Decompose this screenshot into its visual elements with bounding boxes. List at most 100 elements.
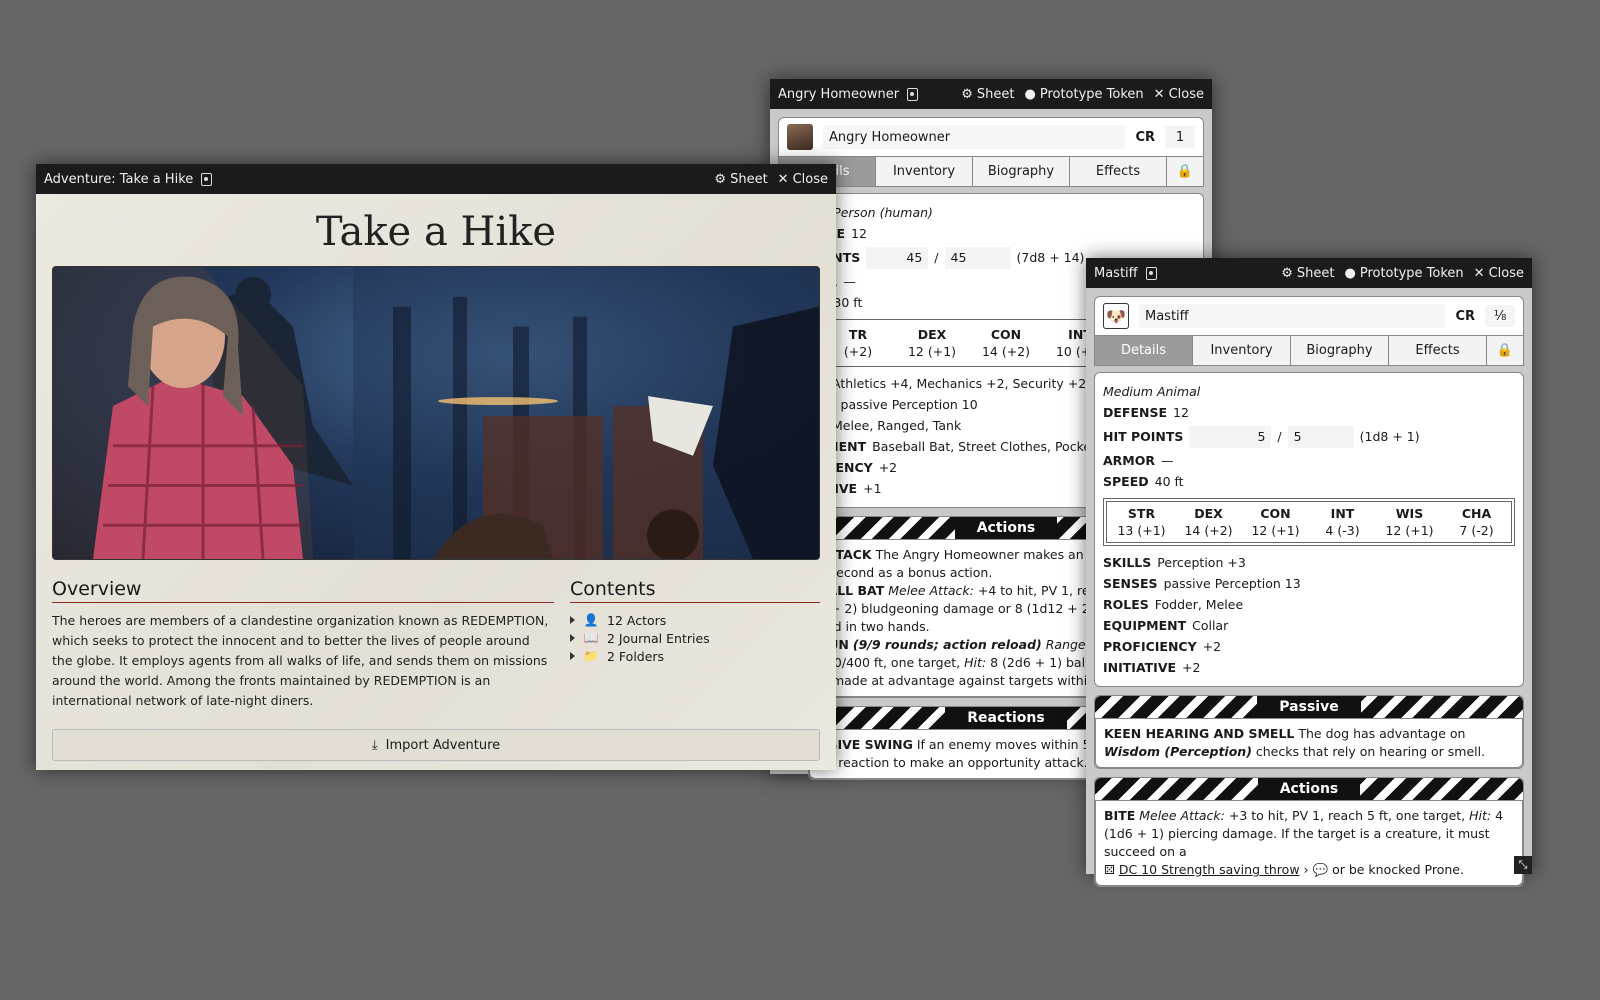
contents-item-folders[interactable]: 📁 2 Folders: [570, 647, 820, 665]
skills-value: Perception +3: [1157, 555, 1246, 570]
window-header[interactable]: Angry Homeowner ⚙ Sheet ● Prototype Token …: [770, 79, 1212, 109]
cr-field[interactable]: 1: [1165, 126, 1195, 148]
saving-throw-link[interactable]: DC 10 Strength saving throw: [1119, 862, 1300, 877]
proficiency-label: PROFICIENCY: [1103, 639, 1197, 654]
sheet-body: 🐶 Mastiff CR ⅛ Details Inventory Biograp…: [1086, 288, 1532, 895]
close-button[interactable]: ✕ Close: [1154, 87, 1204, 102]
armor-value: —: [1161, 453, 1174, 468]
expand-caret-icon: [570, 634, 575, 642]
initiative-value: +2: [1182, 660, 1201, 675]
document-id-icon[interactable]: [201, 172, 213, 186]
actor-portrait[interactable]: [787, 124, 813, 150]
hp-max-field[interactable]: 45: [944, 246, 1011, 269]
initiative-label: INITIATIVE: [1103, 660, 1177, 675]
ability-con[interactable]: CON 14 (+2): [969, 326, 1043, 360]
lock-icon[interactable]: 🔒: [1487, 336, 1523, 365]
ability-dex[interactable]: DEX 12 (+1): [895, 326, 969, 360]
download-icon: ⤓: [371, 737, 378, 753]
tab-effects[interactable]: Effects: [1070, 157, 1167, 186]
close-button[interactable]: ✕ Close: [1474, 266, 1524, 281]
equipment-label: EQUIPMENT: [1103, 618, 1187, 633]
hp-max-field[interactable]: 5: [1287, 425, 1354, 448]
defense-value: 12: [851, 226, 867, 241]
tab-details[interactable]: Details: [1095, 336, 1193, 365]
tab-biography[interactable]: Biography: [1291, 336, 1389, 365]
close-icon: ✕: [1473, 265, 1485, 281]
feature-keen-hearing[interactable]: KEEN HEARING AND SMELL The dog has advan…: [1104, 725, 1514, 761]
document-id-icon[interactable]: [1145, 266, 1157, 280]
adventure-body: Take a Hike Overview The heroes are memb…: [36, 194, 836, 770]
tab-biography[interactable]: Biography: [973, 157, 1070, 186]
sheet-config-button[interactable]: ⚙ Sheet: [1281, 266, 1334, 281]
defense-label: DEFENSE: [1103, 405, 1167, 420]
window-title: Mastiff: [1094, 265, 1138, 281]
senses-value: passive Perception 13: [1163, 576, 1301, 591]
tab-inventory[interactable]: Inventory: [876, 157, 973, 186]
hp-current-field[interactable]: 5: [1189, 425, 1272, 448]
adventure-banner-image: [52, 266, 820, 560]
ability-dex[interactable]: DEX 14 (+2): [1175, 505, 1242, 539]
sheet-config-button[interactable]: ⚙ Sheet: [714, 172, 767, 187]
initiative-value: +1: [863, 481, 882, 496]
chat-bubble-icon[interactable]: 💬: [1313, 862, 1329, 877]
user-circle-icon: ●: [1344, 265, 1356, 281]
details-panel: Medium Animal DEFENSE 12 HIT POINTS 5 / 5…: [1094, 372, 1524, 687]
user-circle-icon: ●: [1024, 86, 1036, 102]
speed-value: 30 ft: [833, 295, 863, 310]
hp-current-field[interactable]: 45: [866, 246, 929, 269]
import-adventure-button[interactable]: ⤓ Import Adventure: [52, 729, 820, 761]
gear-icon: ⚙: [1281, 265, 1293, 281]
dice-icon: ⚄: [1104, 862, 1115, 877]
contents-section: Contents 👤 12 Actors 📖 2 Journal Entries 📁…: [570, 578, 820, 711]
adventure-title: Take a Hike: [315, 209, 557, 255]
senses-label: SENSES: [1103, 576, 1158, 591]
overview-heading: Overview: [52, 578, 554, 603]
skills-label: SKILLS: [1103, 555, 1152, 570]
dog-portrait-icon[interactable]: 🐶: [1103, 303, 1129, 329]
book-open-icon: 📖: [583, 631, 599, 645]
close-icon: ✕: [777, 171, 789, 187]
roles-value: Melee, Ranged, Tank: [832, 418, 962, 433]
hp-separator: /: [934, 250, 939, 265]
user-icon: 👤: [583, 613, 599, 627]
ability-cha[interactable]: CHA 7 (-2): [1443, 505, 1510, 539]
actions-header: Actions: [1095, 778, 1523, 800]
cr-label: CR: [1455, 308, 1475, 324]
ability-con[interactable]: CON 12 (+1): [1242, 505, 1309, 539]
action-bite[interactable]: BITE Melee Attack: +3 to hit, PV 1, reac…: [1104, 807, 1514, 879]
ability-str[interactable]: STR 13 (+1): [1108, 505, 1175, 539]
lock-icon[interactable]: 🔒: [1167, 157, 1203, 186]
prototype-token-button[interactable]: ● Prototype Token: [1344, 266, 1463, 281]
ability-wis[interactable]: WIS 12 (+1): [1376, 505, 1443, 539]
contents-item-actors[interactable]: 👤 12 Actors: [570, 611, 820, 629]
gear-icon: ⚙: [714, 171, 727, 187]
speed-label: SPEED: [1103, 474, 1149, 489]
resize-handle-icon[interactable]: ⤡: [1514, 856, 1532, 874]
actor-name-field[interactable]: Mastiff: [1139, 304, 1446, 328]
adventure-window: Adventure: Take a Hike ⚙ Sheet ✕ Close Tak…: [36, 164, 836, 770]
tab-effects[interactable]: Effects: [1389, 336, 1487, 365]
document-id-icon[interactable]: [907, 87, 919, 101]
defense-value: 12: [1173, 405, 1189, 420]
actor-name-field[interactable]: Angry Homeowner: [823, 125, 1126, 149]
mastiff-window: Mastiff ⚙ Sheet ● Prototype Token ✕ Close 🐶…: [1086, 258, 1532, 887]
ability-int[interactable]: INT 4 (-3): [1309, 505, 1376, 539]
name-row: Angry Homeowner CR 1: [778, 117, 1204, 157]
hp-formula: (1d8 + 1): [1359, 429, 1420, 444]
window-header[interactable]: Adventure: Take a Hike ⚙ Sheet ✕ Close: [36, 164, 836, 194]
cr-field[interactable]: ⅛: [1485, 305, 1515, 327]
ability-scores: STR 13 (+1) DEX 14 (+2) CON 12 (+1) INT 4 (-…: [1103, 498, 1515, 546]
roles-value: Fodder, Melee: [1154, 597, 1244, 612]
tab-inventory[interactable]: Inventory: [1193, 336, 1291, 365]
folder-icon: 📁: [583, 649, 599, 663]
prototype-token-button[interactable]: ● Prototype Token: [1024, 87, 1143, 102]
hp-formula: (7d8 + 14): [1016, 250, 1085, 265]
skills-value: Athletics +4, Mechanics +2, Security +2,…: [832, 376, 1108, 391]
sheet-tabs: Details Inventory Biography Effects 🔒: [778, 157, 1204, 187]
roles-label: ROLES: [1103, 597, 1149, 612]
sheet-config-button[interactable]: ⚙ Sheet: [961, 87, 1014, 102]
window-header[interactable]: Mastiff ⚙ Sheet ● Prototype Token ✕ Close: [1086, 258, 1532, 288]
creature-type: Medium Animal: [1103, 384, 1201, 399]
close-button[interactable]: ✕ Close: [778, 172, 828, 187]
contents-item-journal[interactable]: 📖 2 Journal Entries: [570, 629, 820, 647]
